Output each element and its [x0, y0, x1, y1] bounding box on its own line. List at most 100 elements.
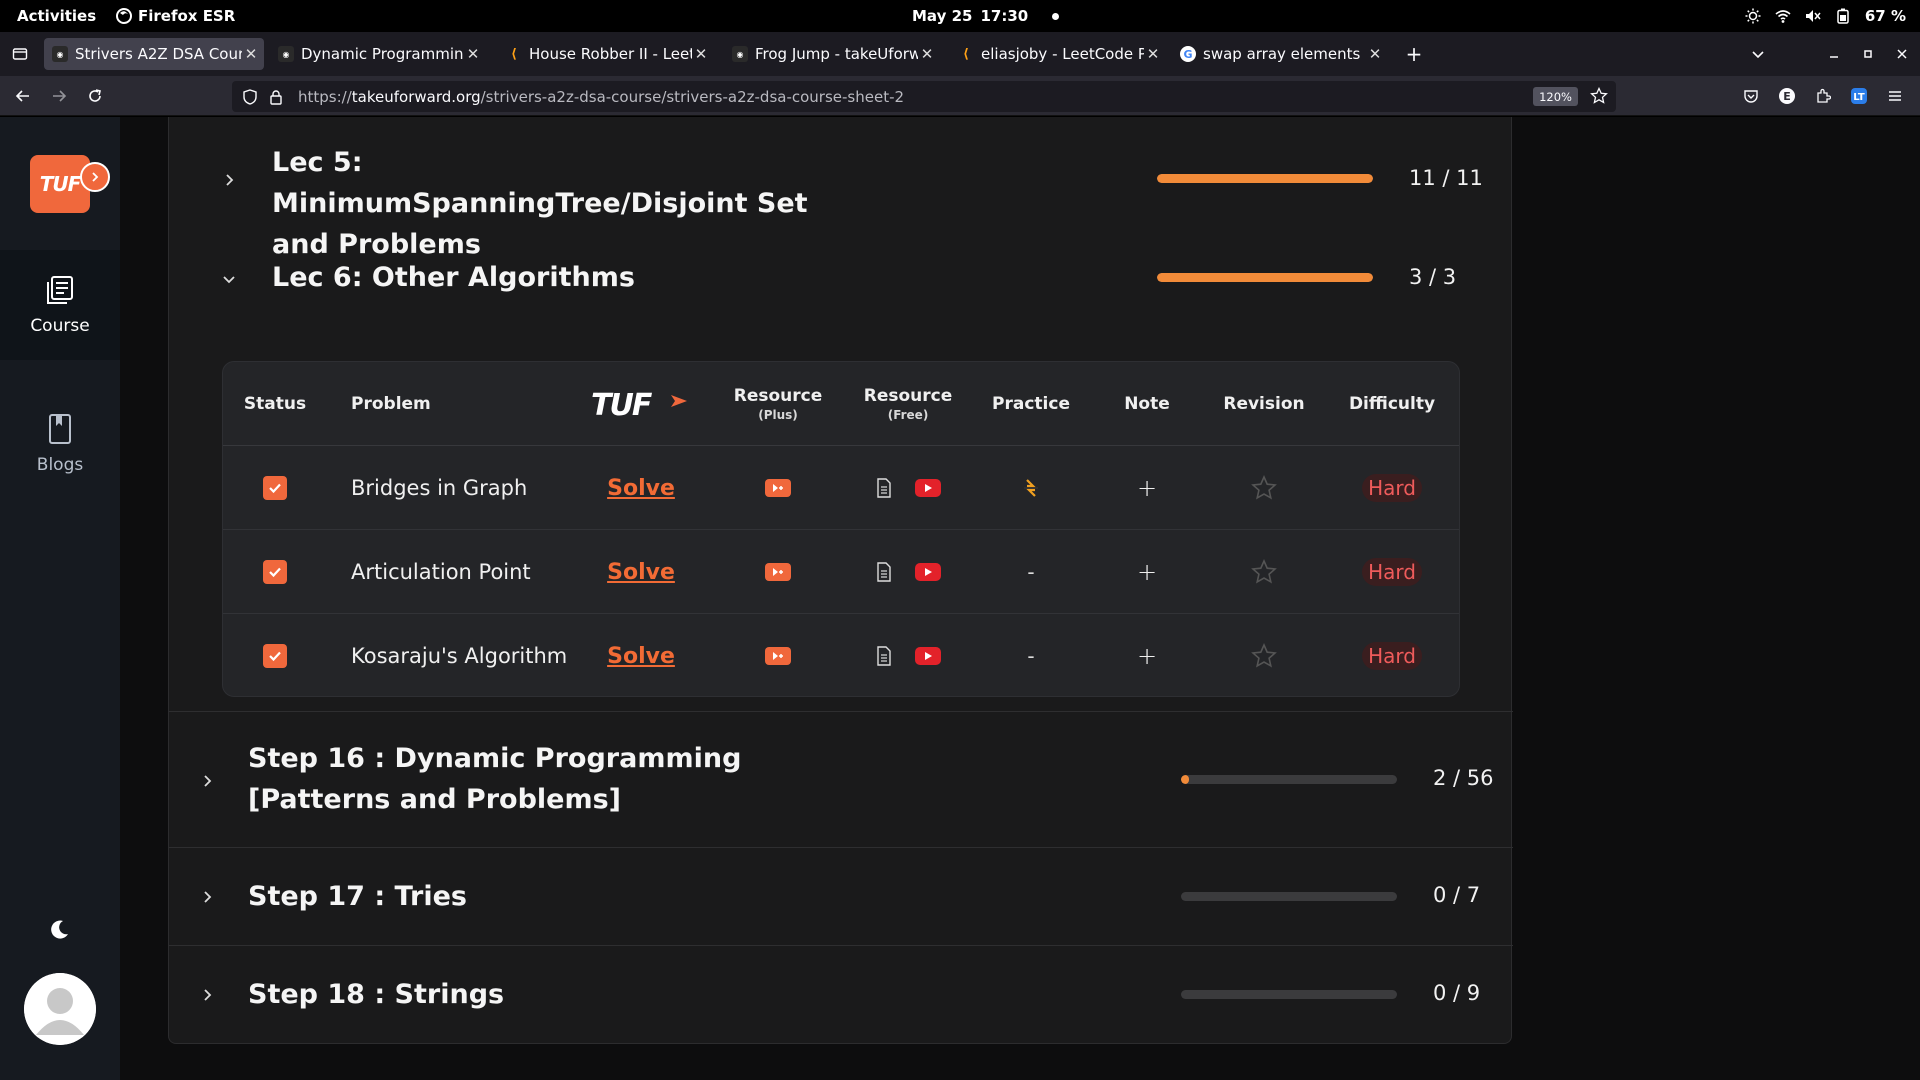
new-tab-button[interactable]: + [1404, 42, 1424, 66]
tab-leetcode-profile[interactable]: ⟨ eliasjoby - LeetCode Profi ✕ [950, 38, 1166, 70]
maximize-button[interactable] [1858, 44, 1878, 64]
sidebar-item-label: Course [30, 316, 90, 336]
tab-house-robber[interactable]: ⟨ House Robber II - LeetCo ✕ [498, 38, 714, 70]
url-text[interactable]: https://takeuforward.org/strivers-a2z-ds… [298, 88, 904, 106]
logo-text: TUF [39, 172, 82, 196]
youtube-icon[interactable] [915, 647, 941, 665]
firefox-view-button[interactable] [10, 44, 30, 64]
sidebar-item-blogs[interactable]: Blogs [0, 389, 120, 499]
bookmark-star-icon[interactable] [1590, 87, 1608, 105]
checkbox-checked[interactable] [263, 644, 287, 668]
resource-free-cell [843, 446, 973, 530]
solve-link[interactable]: Solve [607, 560, 675, 585]
progress-count: 2 / 56 [1433, 766, 1494, 790]
star-icon[interactable] [1251, 643, 1277, 669]
resource-plus-cell [713, 614, 843, 696]
revision-cell [1205, 614, 1323, 696]
shield-icon[interactable] [242, 88, 258, 105]
tab-title: eliasjoby - LeetCode Profi [981, 45, 1144, 63]
step-row[interactable]: Step 18 : Strings 0 / 9 [169, 945, 1513, 1043]
article-icon[interactable] [875, 646, 893, 666]
progress-fill [1157, 273, 1373, 282]
system-tray[interactable]: 67 % [1745, 0, 1906, 32]
list-tabs-chevron-icon[interactable] [1748, 44, 1768, 64]
video-plus-icon[interactable] [765, 563, 791, 581]
youtube-icon[interactable] [915, 479, 941, 497]
article-icon[interactable] [875, 562, 893, 582]
leetcode-icon: ⟨ [963, 46, 969, 62]
header-note: Note [1124, 394, 1170, 414]
solve-cell: Solve [583, 446, 699, 530]
progress-bar [1157, 273, 1373, 282]
practice-empty: - [1027, 644, 1035, 668]
codingninjas-icon[interactable] [1018, 475, 1044, 501]
solve-cell: Solve [583, 530, 699, 614]
lecture-row[interactable]: Lec 5: MinimumSpanningTree/Disjoint Set … [169, 117, 1513, 260]
checkbox-checked[interactable] [263, 560, 287, 584]
tab-strivers-a2z[interactable]: ◉ Strivers A2Z DSA Course/ ✕ [44, 38, 264, 70]
add-note-button[interactable]: + [1137, 474, 1157, 502]
tab-frog-jump[interactable]: ◉ Frog Jump - takeUforwar ✕ [724, 38, 940, 70]
volume-muted-icon [1805, 8, 1821, 24]
url-bar[interactable]: https://takeuforward.org/strivers-a2z-ds… [232, 81, 1616, 112]
forward-arrow-icon[interactable] [48, 85, 70, 107]
add-note-button[interactable]: + [1137, 558, 1157, 586]
chevron-right-icon[interactable] [221, 172, 237, 188]
chevron-right-icon[interactable] [199, 773, 215, 789]
url-host: takeuforward.org [351, 87, 481, 106]
bookmark-icon [45, 413, 75, 445]
article-icon[interactable] [875, 478, 893, 498]
close-window-button[interactable] [1892, 44, 1912, 64]
lock-icon[interactable] [268, 89, 284, 105]
avatar[interactable] [24, 973, 96, 1045]
activities-label: Activities [17, 7, 97, 25]
tab-swap-array[interactable]: G swap array elements in c+ ✕ [1172, 38, 1388, 70]
extensions-puzzle-icon[interactable] [1812, 85, 1834, 107]
video-plus-icon[interactable] [765, 647, 791, 665]
header-resource-plus: Resource (Plus) [713, 362, 843, 446]
extension-blue-icon[interactable]: LT [1848, 85, 1870, 107]
tab-title: swap array elements in c+ [1203, 45, 1366, 63]
chevron-down-icon[interactable] [221, 271, 237, 287]
reload-icon[interactable] [84, 85, 106, 107]
progress-bar [1181, 990, 1397, 999]
resource-free-cell [843, 614, 973, 696]
lecture-row[interactable]: Lec 6: Other Algorithms 3 / 3 [169, 237, 1513, 347]
add-note-button[interactable]: + [1137, 642, 1157, 670]
chevron-right-icon[interactable] [199, 987, 215, 1003]
activities-button[interactable]: Activities [17, 0, 96, 32]
minimize-button[interactable] [1824, 44, 1844, 64]
extension-e-icon[interactable]: E [1776, 85, 1798, 107]
brightness-icon [1745, 8, 1761, 24]
app-menu[interactable]: Firefox ESR [116, 0, 235, 32]
difficulty-cell: Hard [1323, 530, 1459, 614]
practice-cell [973, 446, 1089, 530]
solve-link[interactable]: Solve [607, 644, 675, 669]
tab-dynamic-programming[interactable]: ◉ Dynamic Programming: H ✕ [270, 38, 486, 70]
close-tab-icon[interactable]: ✕ [918, 45, 936, 63]
step-row[interactable]: Step 17 : Tries 0 / 7 [169, 847, 1513, 945]
close-tab-icon[interactable]: ✕ [1144, 45, 1162, 63]
moon-icon[interactable] [47, 918, 71, 942]
hamburger-menu-icon[interactable] [1884, 85, 1906, 107]
clock[interactable]: May 25 17:30 [912, 0, 1060, 32]
sidebar-item-course[interactable]: Course [0, 250, 120, 360]
checkbox-checked[interactable] [263, 476, 287, 500]
star-icon[interactable] [1251, 475, 1277, 501]
leetcode-icon: ⟨ [511, 46, 517, 62]
step-row[interactable]: Step 16 : Dynamic Programming [Patterns … [169, 711, 1513, 847]
pocket-icon[interactable] [1740, 85, 1762, 107]
close-tab-icon[interactable]: ✕ [692, 45, 710, 63]
zoom-level-button[interactable]: 120% [1533, 87, 1578, 106]
star-icon[interactable] [1251, 559, 1277, 585]
video-plus-icon[interactable] [765, 479, 791, 497]
sidebar-expand-chevron-icon[interactable] [80, 162, 110, 192]
step-title: Step 18 : Strings [248, 979, 505, 1010]
youtube-icon[interactable] [915, 563, 941, 581]
solve-link[interactable]: Solve [607, 476, 675, 501]
chevron-right-icon[interactable] [199, 889, 215, 905]
close-tab-icon[interactable]: ✕ [464, 45, 482, 63]
back-arrow-icon[interactable] [12, 85, 34, 107]
close-tab-icon[interactable]: ✕ [1366, 45, 1384, 63]
close-tab-icon[interactable]: ✕ [242, 45, 260, 63]
